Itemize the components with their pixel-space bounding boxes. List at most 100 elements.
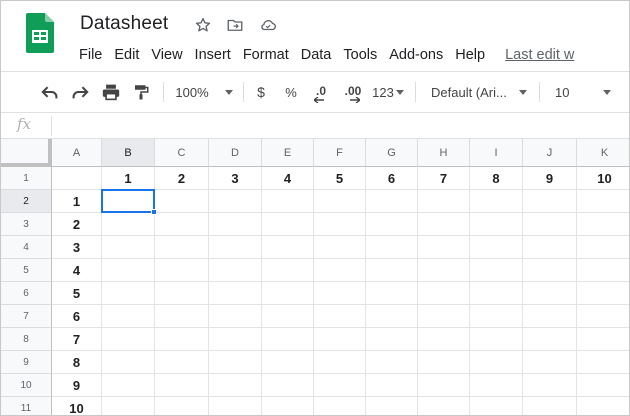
cell-i8[interactable]: [470, 328, 523, 351]
cell-c8[interactable]: [155, 328, 209, 351]
row-header-2[interactable]: 2: [1, 190, 52, 213]
cell-f5[interactable]: [314, 259, 366, 282]
cell-d6[interactable]: [209, 282, 262, 305]
cell-k3[interactable]: [577, 213, 629, 236]
cell-j10[interactable]: [523, 374, 577, 397]
cell-e6[interactable]: [262, 282, 314, 305]
cell-f10[interactable]: [314, 374, 366, 397]
cell-d7[interactable]: [209, 305, 262, 328]
row-header-10[interactable]: 10: [1, 374, 52, 397]
cell-d1[interactable]: 3: [209, 167, 262, 190]
cell-i10[interactable]: [470, 374, 523, 397]
cell-e10[interactable]: [262, 374, 314, 397]
menu-data[interactable]: Data: [295, 47, 338, 63]
row-header-3[interactable]: 3: [1, 213, 52, 236]
menu-file[interactable]: File: [73, 47, 108, 63]
cell-a7[interactable]: 6: [52, 305, 102, 328]
cell-i3[interactable]: [470, 213, 523, 236]
column-header-h[interactable]: H: [418, 139, 470, 167]
cell-d9[interactable]: [209, 351, 262, 374]
cell-e9[interactable]: [262, 351, 314, 374]
increase-decimal-button[interactable]: .00: [340, 72, 366, 112]
cell-j9[interactable]: [523, 351, 577, 374]
cell-c11[interactable]: [155, 397, 209, 415]
cell-g2[interactable]: [366, 190, 418, 213]
star-icon[interactable]: [193, 15, 213, 35]
cell-g1[interactable]: 6: [366, 167, 418, 190]
cell-f9[interactable]: [314, 351, 366, 374]
row-header-9[interactable]: 9: [1, 351, 52, 374]
column-header-a[interactable]: A: [52, 139, 102, 167]
formula-input[interactable]: [57, 116, 627, 136]
cell-e3[interactable]: [262, 213, 314, 236]
cell-c1[interactable]: 2: [155, 167, 209, 190]
cell-j5[interactable]: [523, 259, 577, 282]
row-header-8[interactable]: 8: [1, 328, 52, 351]
cell-h5[interactable]: [418, 259, 470, 282]
print-icon[interactable]: [98, 72, 124, 112]
cell-k7[interactable]: [577, 305, 629, 328]
cell-e1[interactable]: 4: [262, 167, 314, 190]
cell-a8[interactable]: 7: [52, 328, 102, 351]
cell-b5[interactable]: [102, 259, 155, 282]
cell-e11[interactable]: [262, 397, 314, 415]
cell-a3[interactable]: 2: [52, 213, 102, 236]
cell-j7[interactable]: [523, 305, 577, 328]
cell-i11[interactable]: [470, 397, 523, 415]
sheets-logo-icon[interactable]: [26, 13, 54, 53]
column-header-e[interactable]: E: [262, 139, 314, 167]
select-all-corner[interactable]: [1, 139, 52, 167]
cell-c7[interactable]: [155, 305, 209, 328]
cell-a9[interactable]: 8: [52, 351, 102, 374]
cell-j3[interactable]: [523, 213, 577, 236]
cell-b10[interactable]: [102, 374, 155, 397]
cell-j8[interactable]: [523, 328, 577, 351]
more-formats-button[interactable]: 123: [369, 72, 407, 112]
cell-b3[interactable]: [102, 213, 155, 236]
menu-view[interactable]: View: [145, 47, 188, 63]
cell-e8[interactable]: [262, 328, 314, 351]
cell-d11[interactable]: [209, 397, 262, 415]
cell-h8[interactable]: [418, 328, 470, 351]
cell-d3[interactable]: [209, 213, 262, 236]
cell-k10[interactable]: [577, 374, 629, 397]
cell-g6[interactable]: [366, 282, 418, 305]
cell-a2[interactable]: 1: [52, 190, 102, 213]
cell-e4[interactable]: [262, 236, 314, 259]
last-edit-link[interactable]: Last edit w: [491, 47, 580, 63]
document-title[interactable]: Datasheet: [80, 13, 168, 35]
cell-a6[interactable]: 5: [52, 282, 102, 305]
decrease-decimal-button[interactable]: .0: [310, 72, 332, 112]
cell-c2[interactable]: [155, 190, 209, 213]
cell-a1[interactable]: [52, 167, 102, 190]
cell-c4[interactable]: [155, 236, 209, 259]
cell-j1[interactable]: 9: [523, 167, 577, 190]
cell-g10[interactable]: [366, 374, 418, 397]
cell-c5[interactable]: [155, 259, 209, 282]
cell-b7[interactable]: [102, 305, 155, 328]
cell-f11[interactable]: [314, 397, 366, 415]
currency-format-button[interactable]: $: [251, 72, 271, 112]
menu-help[interactable]: Help: [449, 47, 491, 63]
column-header-f[interactable]: F: [314, 139, 366, 167]
cell-i9[interactable]: [470, 351, 523, 374]
cell-j4[interactable]: [523, 236, 577, 259]
cell-k11[interactable]: [577, 397, 629, 415]
cell-a5[interactable]: 4: [52, 259, 102, 282]
cell-b1[interactable]: 1: [102, 167, 155, 190]
cell-f2[interactable]: [314, 190, 366, 213]
cell-b6[interactable]: [102, 282, 155, 305]
cell-a11[interactable]: 10: [52, 397, 102, 415]
cell-k9[interactable]: [577, 351, 629, 374]
paint-format-icon[interactable]: [128, 72, 154, 112]
cell-f6[interactable]: [314, 282, 366, 305]
cell-h10[interactable]: [418, 374, 470, 397]
column-header-d[interactable]: D: [209, 139, 262, 167]
cell-k6[interactable]: [577, 282, 629, 305]
cell-b2[interactable]: [102, 190, 155, 213]
cell-g9[interactable]: [366, 351, 418, 374]
cell-f3[interactable]: [314, 213, 366, 236]
cell-f4[interactable]: [314, 236, 366, 259]
cell-d5[interactable]: [209, 259, 262, 282]
cell-k1[interactable]: 10: [577, 167, 629, 190]
